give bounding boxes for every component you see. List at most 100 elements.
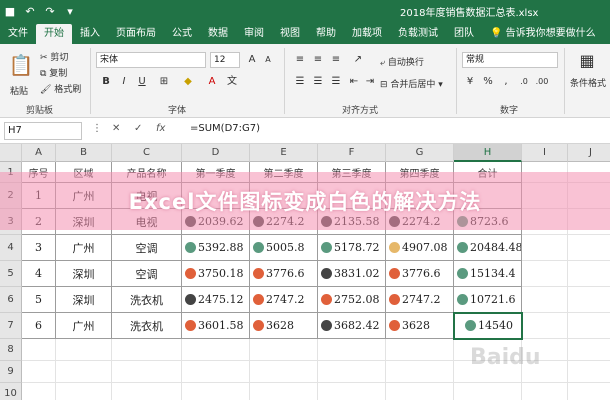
empty-cell[interactable] [22, 361, 56, 383]
column-header-f[interactable]: F [318, 144, 386, 162]
merge-center-button[interactable]: ⊟ 合并后居中 ▾ [380, 77, 443, 90]
cancel-icon[interactable]: ✕ [112, 123, 120, 134]
tab-1[interactable]: 开始 [36, 24, 72, 44]
align-center-icon[interactable]: ☰ [310, 74, 326, 90]
empty-cell[interactable] [318, 361, 386, 383]
row-header[interactable]: 6 [0, 287, 22, 313]
save-icon[interactable]: ■ [0, 0, 20, 22]
table-cell[interactable]: 6 [22, 313, 56, 339]
border-icon[interactable]: ⊞ [156, 74, 172, 90]
insert-function-icon[interactable]: fx [156, 123, 165, 134]
redo-icon[interactable]: ↷ [40, 0, 60, 22]
table-cell[interactable]: 4907.08 [386, 235, 454, 261]
table-cell[interactable]: 3750.18 [182, 261, 250, 287]
empty-cell[interactable] [454, 383, 522, 400]
font-size-select[interactable]: 12 [210, 52, 240, 68]
column-header-i[interactable]: I [522, 144, 568, 162]
table-cell[interactable]: 10721.6 [454, 287, 522, 313]
empty-cell[interactable] [568, 287, 610, 313]
table-cell[interactable]: 广州 [56, 313, 112, 339]
fill-color-icon[interactable]: ◆ [180, 74, 196, 90]
table-cell[interactable]: 15134.4 [454, 261, 522, 287]
tab-0[interactable]: 文件 [0, 24, 36, 44]
empty-cell[interactable] [112, 361, 182, 383]
align-left-icon[interactable]: ☰ [292, 74, 308, 90]
table-cell[interactable]: 2752.08 [318, 287, 386, 313]
table-cell[interactable]: 深圳 [56, 287, 112, 313]
table-cell[interactable]: 3628 [386, 313, 454, 339]
tab-9[interactable]: 加载项 [344, 24, 390, 44]
table-cell[interactable]: 空调 [112, 261, 182, 287]
phonetic-icon[interactable]: 文 [224, 74, 240, 90]
empty-cell[interactable] [56, 361, 112, 383]
empty-cell[interactable] [522, 287, 568, 313]
table-cell[interactable]: 深圳 [56, 261, 112, 287]
table-cell[interactable]: 3776.6 [250, 261, 318, 287]
empty-cell[interactable] [522, 313, 568, 339]
table-cell[interactable]: 3831.02 [318, 261, 386, 287]
tab-3[interactable]: 页面布局 [108, 24, 164, 44]
table-cell[interactable]: 3 [22, 235, 56, 261]
empty-cell[interactable] [568, 313, 610, 339]
enter-icon[interactable]: ✓ [134, 123, 142, 134]
grow-font-icon[interactable]: A [244, 52, 260, 68]
column-header-h[interactable]: H [454, 144, 522, 162]
empty-cell[interactable] [318, 383, 386, 400]
currency-icon[interactable]: ¥ [462, 74, 478, 90]
decrease-indent-icon[interactable]: ⇤ [346, 74, 362, 90]
empty-cell[interactable] [22, 383, 56, 400]
column-header-a[interactable]: A [22, 144, 56, 162]
empty-cell[interactable] [56, 383, 112, 400]
empty-cell[interactable] [386, 383, 454, 400]
table-cell[interactable]: 5005.8 [250, 235, 318, 261]
orientation-icon[interactable]: ↗ [350, 52, 366, 68]
tab-11[interactable]: 团队 [446, 24, 482, 44]
empty-cell[interactable] [182, 383, 250, 400]
column-header-d[interactable]: D [182, 144, 250, 162]
empty-cell[interactable] [386, 361, 454, 383]
table-cell[interactable]: 空调 [112, 235, 182, 261]
select-all-corner[interactable] [0, 144, 22, 162]
empty-cell[interactable] [112, 383, 182, 400]
row-header[interactable]: 5 [0, 261, 22, 287]
table-cell[interactable]: 4 [22, 261, 56, 287]
align-middle-icon[interactable]: ≡ [310, 52, 326, 68]
shrink-font-icon[interactable]: A [260, 52, 276, 68]
table-cell[interactable]: 2475.12 [182, 287, 250, 313]
number-format-select[interactable]: 常规 [462, 52, 558, 68]
align-right-icon[interactable]: ☰ [328, 74, 344, 90]
empty-cell[interactable] [22, 339, 56, 361]
column-header-b[interactable]: B [56, 144, 112, 162]
align-bottom-icon[interactable]: ≡ [328, 52, 344, 68]
tab-5[interactable]: 数据 [200, 24, 236, 44]
column-header-g[interactable]: G [386, 144, 454, 162]
bold-icon[interactable]: B [98, 74, 114, 90]
table-cell[interactable]: 洗衣机 [112, 287, 182, 313]
empty-cell[interactable] [568, 235, 610, 261]
empty-cell[interactable] [182, 361, 250, 383]
decrease-decimal-icon[interactable]: .00 [534, 74, 550, 90]
table-cell[interactable]: 洗衣机 [112, 313, 182, 339]
tab-2[interactable]: 插入 [72, 24, 108, 44]
name-box-dropdown-icon[interactable]: ⋮ [92, 123, 102, 134]
empty-cell[interactable] [522, 261, 568, 287]
empty-cell[interactable] [112, 339, 182, 361]
row-header[interactable]: 4 [0, 235, 22, 261]
table-cell[interactable]: 5178.72 [318, 235, 386, 261]
empty-cell[interactable] [386, 339, 454, 361]
empty-cell[interactable] [568, 361, 610, 383]
empty-cell[interactable] [250, 339, 318, 361]
paste-button[interactable]: 粘贴 [10, 84, 28, 97]
italic-icon[interactable]: I [116, 74, 132, 90]
table-cell[interactable]: 3682.42 [318, 313, 386, 339]
table-cell[interactable]: 5392.88 [182, 235, 250, 261]
percent-icon[interactable]: % [480, 74, 496, 90]
table-cell[interactable]: 3776.6 [386, 261, 454, 287]
formula-input[interactable]: =SUM(D7:G7) [190, 123, 260, 134]
table-cell[interactable]: 14540 [454, 313, 522, 339]
row-header[interactable]: 8 [0, 339, 22, 361]
empty-cell[interactable] [522, 235, 568, 261]
copy-button[interactable]: ⧉ 复制 [40, 66, 67, 79]
comma-icon[interactable]: , [498, 74, 514, 90]
conditional-format-button[interactable]: 条件格式 [570, 76, 606, 89]
